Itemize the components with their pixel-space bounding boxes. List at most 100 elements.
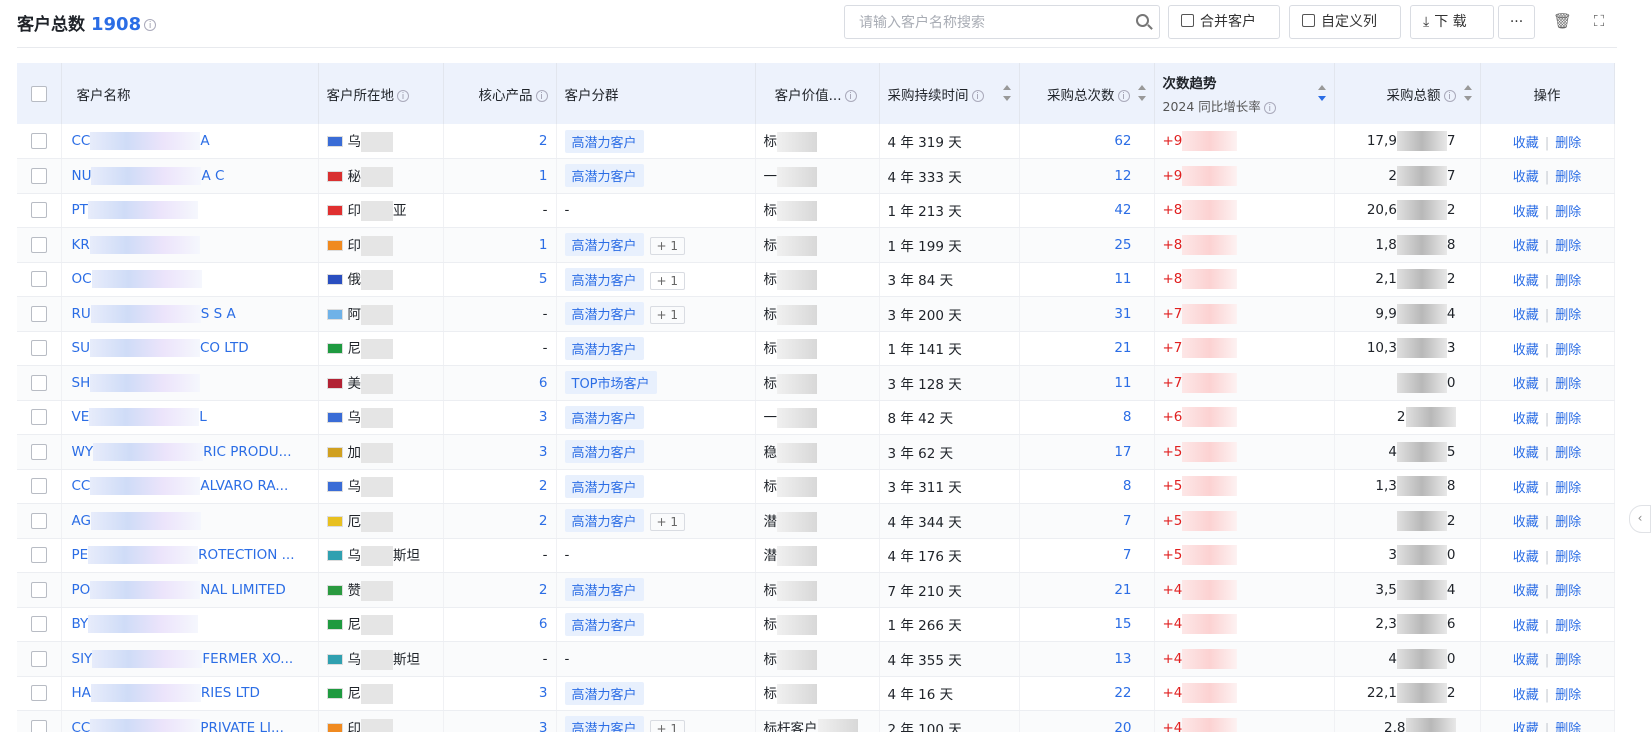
- core-product-cell[interactable]: -: [443, 296, 557, 332]
- core-product-cell[interactable]: 5: [443, 262, 557, 297]
- customer-name[interactable]: AG: [72, 513, 91, 529]
- table-row[interactable]: PO NAL LIMITED 赞 2 高潜力客户 标 7 年 210 天 21 +…: [17, 572, 1615, 608]
- row-checkbox[interactable]: [30, 443, 47, 460]
- row-checkbox[interactable]: [30, 547, 47, 564]
- delete-link[interactable]: 删除: [1555, 170, 1581, 185]
- col-value[interactable]: 客户价值... i: [755, 63, 880, 124]
- total-count-cell[interactable]: 31: [1019, 296, 1155, 332]
- table-row[interactable]: AG 厄 2 高潜力客户 + 1 潜 4 年 344 天 7 +5 2 收藏 | 删除: [17, 503, 1615, 539]
- customer-name-cell[interactable]: WY RIC PRODU...: [61, 434, 319, 470]
- favorite-link[interactable]: 收藏: [1513, 136, 1539, 151]
- delete-link[interactable]: 删除: [1555, 550, 1581, 565]
- info-icon[interactable]: i: [1117, 89, 1130, 102]
- more-button[interactable]: ···: [1498, 5, 1535, 39]
- core-product-cell[interactable]: 1: [443, 227, 557, 263]
- group-tag[interactable]: 高潜力客户: [564, 164, 644, 188]
- total-count-cell[interactable]: 21: [1019, 331, 1155, 366]
- core-product-cell[interactable]: 3: [443, 434, 557, 470]
- customer-name[interactable]: OC: [72, 271, 92, 287]
- col-total-count[interactable]: 采购总次数 i: [1019, 63, 1155, 124]
- row-checkbox[interactable]: [30, 478, 47, 495]
- customer-name-cell[interactable]: KR: [61, 227, 319, 263]
- favorite-link[interactable]: 收藏: [1513, 308, 1539, 323]
- info-icon[interactable]: i: [971, 89, 984, 102]
- customer-name[interactable]: PO: [72, 582, 91, 598]
- row-checkbox[interactable]: [30, 167, 47, 184]
- total-count-cell[interactable]: 42: [1019, 193, 1155, 228]
- more-groups-tag[interactable]: + 1: [649, 513, 686, 532]
- group-tag[interactable]: 高潜力客户: [564, 578, 644, 602]
- customer-name[interactable]: CC: [72, 133, 91, 149]
- delete-link[interactable]: 删除: [1555, 515, 1581, 530]
- col-total-amount[interactable]: 采购总额 i: [1334, 63, 1481, 124]
- customer-name[interactable]: NU: [72, 168, 92, 184]
- group-tag[interactable]: TOP市场客户: [564, 371, 657, 395]
- favorite-link[interactable]: 收藏: [1513, 515, 1539, 530]
- total-count-cell[interactable]: 62: [1019, 124, 1155, 159]
- customer-name[interactable]: HA: [72, 685, 91, 701]
- total-count-cell[interactable]: 20: [1019, 710, 1155, 732]
- delete-link[interactable]: 删除: [1555, 239, 1581, 254]
- customer-name-cell[interactable]: CC ALVARO RA...: [61, 469, 319, 504]
- delete-link[interactable]: 删除: [1555, 274, 1581, 289]
- row-checkbox[interactable]: [30, 581, 47, 598]
- table-row[interactable]: HA RIES LTD 尼 3 高潜力客户 标 4 年 16 天 22 +4 22…: [17, 676, 1615, 711]
- customer-name[interactable]: WY: [72, 444, 94, 460]
- customer-name-cell[interactable]: PT: [61, 193, 319, 228]
- favorite-link[interactable]: 收藏: [1513, 205, 1539, 220]
- total-count-cell[interactable]: 25: [1019, 227, 1155, 263]
- col-group[interactable]: 客户分群: [556, 63, 756, 124]
- customer-name-tail[interactable]: A C: [201, 168, 224, 184]
- info-icon[interactable]: i: [535, 89, 548, 102]
- group-tag[interactable]: 高潜力客户: [564, 716, 644, 732]
- row-checkbox[interactable]: [30, 236, 47, 253]
- customer-name-tail[interactable]: ROTECTION ...: [198, 547, 294, 563]
- info-icon[interactable]: i: [1263, 101, 1276, 114]
- favorite-link[interactable]: 收藏: [1513, 688, 1539, 703]
- total-count-cell[interactable]: 11: [1019, 262, 1155, 297]
- total-count-cell[interactable]: 11: [1019, 365, 1155, 401]
- group-tag[interactable]: 高潜力客户: [564, 440, 644, 464]
- table-row[interactable]: WY RIC PRODU... 加 3 高潜力客户 稳 3 年 62 天 17 +…: [17, 434, 1615, 470]
- favorite-link[interactable]: 收藏: [1513, 377, 1539, 392]
- core-product-cell[interactable]: 6: [443, 607, 557, 642]
- core-product-cell[interactable]: 1: [443, 158, 557, 194]
- customer-name[interactable]: PE: [72, 547, 89, 563]
- delete-link[interactable]: 删除: [1555, 205, 1581, 220]
- total-count-cell[interactable]: 7: [1019, 503, 1155, 539]
- col-location[interactable]: 客户所在地 i: [318, 63, 444, 124]
- favorite-link[interactable]: 收藏: [1513, 722, 1539, 732]
- table-row[interactable]: KR 印 1 高潜力客户 + 1 标 1 年 199 天 25 +8 1,8 8 收…: [17, 227, 1615, 263]
- customer-name-tail[interactable]: L: [199, 409, 207, 425]
- favorite-link[interactable]: 收藏: [1513, 239, 1539, 254]
- customer-name[interactable]: CC: [72, 478, 91, 494]
- customer-name-cell[interactable]: SIY FERMER XO...: [61, 641, 319, 677]
- core-product-cell[interactable]: 2: [443, 503, 557, 539]
- group-tag[interactable]: 高潜力客户: [564, 302, 644, 326]
- row-checkbox[interactable]: [30, 719, 47, 732]
- total-count-cell[interactable]: 8: [1019, 469, 1155, 504]
- col-name[interactable]: 客户名称: [61, 63, 319, 124]
- customer-name[interactable]: CC: [72, 720, 91, 732]
- table-row[interactable]: CC ALVARO RA... 乌 2 高潜力客户 标 3 年 311 天 8 +…: [17, 469, 1615, 504]
- group-tag[interactable]: 高潜力客户: [564, 233, 644, 257]
- row-checkbox[interactable]: [30, 650, 47, 667]
- core-product-cell[interactable]: 3: [443, 710, 557, 732]
- group-tag[interactable]: 高潜力客户: [564, 129, 644, 153]
- customer-name-cell[interactable]: OC: [61, 262, 319, 297]
- customer-name[interactable]: PT: [72, 202, 88, 218]
- customer-name[interactable]: RU: [72, 306, 91, 322]
- select-all-checkbox[interactable]: [30, 85, 47, 102]
- customer-name-cell[interactable]: BY: [61, 607, 319, 642]
- delete-link[interactable]: 删除: [1555, 722, 1581, 732]
- group-tag[interactable]: 高潜力客户: [564, 405, 644, 429]
- info-icon[interactable]: i: [397, 89, 409, 102]
- table-row[interactable]: SU CO LTD 尼 - 高潜力客户 标 1 年 141 天 21 +7 10,…: [17, 331, 1615, 366]
- group-tag[interactable]: 高潜力客户: [564, 509, 644, 533]
- info-icon[interactable]: i: [844, 89, 857, 102]
- customer-name[interactable]: SU: [72, 340, 90, 356]
- row-checkbox[interactable]: [30, 685, 47, 702]
- chevron-left-icon[interactable]: ‹: [1629, 505, 1651, 533]
- table-row[interactable]: SIY FERMER XO... 乌斯坦 - - 标 4 年 355 天 13 +…: [17, 641, 1615, 677]
- table-row[interactable]: BY 尼 6 高潜力客户 标 1 年 266 天 15 +4 2,3 6 收藏 | 删…: [17, 607, 1615, 642]
